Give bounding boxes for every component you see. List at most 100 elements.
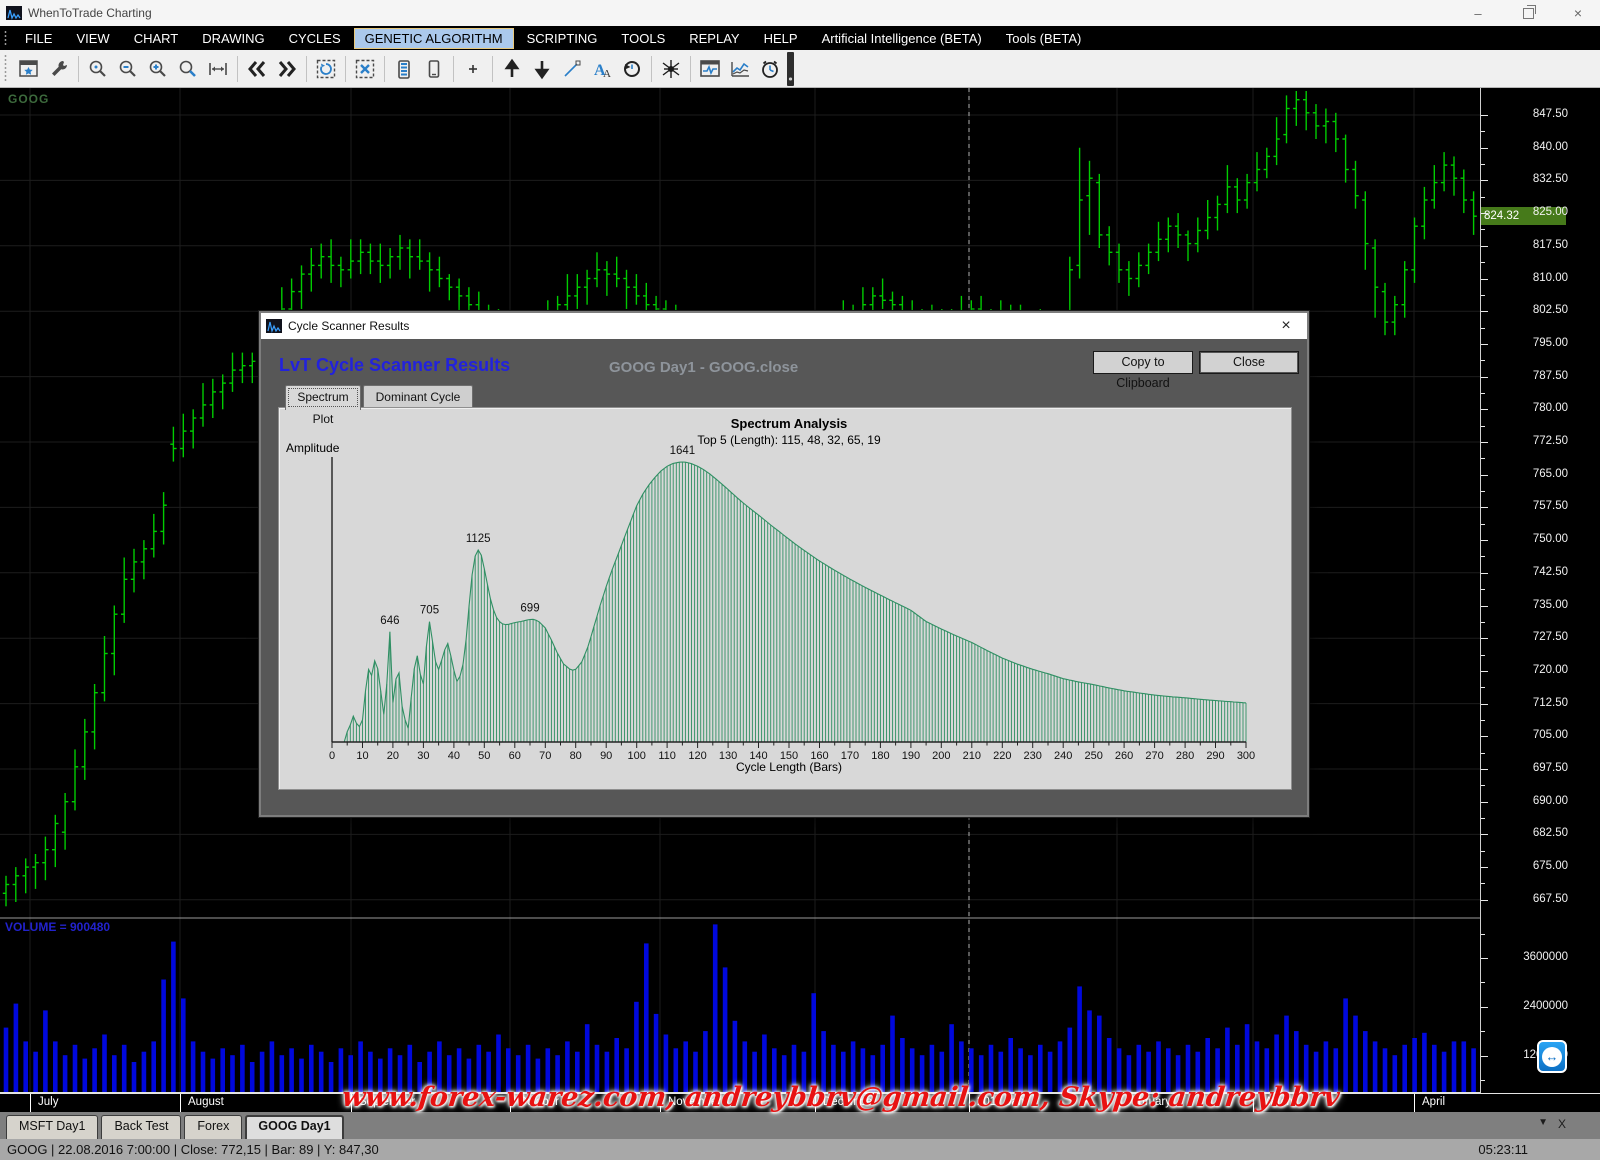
price-tick-label: 825.00 [1498, 206, 1568, 218]
price-tick-minor [1481, 458, 1485, 459]
price-tick-label: 795.00 [1498, 337, 1568, 349]
price-tick-label: 847.50 [1498, 108, 1568, 120]
svg-text:705: 705 [420, 605, 439, 617]
prev-chevrons-icon[interactable] [242, 55, 272, 83]
menu-item-tools[interactable]: TOOLS [610, 28, 676, 49]
price-tick-minor [1481, 131, 1485, 132]
remote-session-icon[interactable]: ↔ [1537, 1040, 1567, 1073]
toolbar: AA [0, 50, 1600, 88]
price-tick [1481, 344, 1488, 345]
spectrum-panel: 0102030405060708090100110120130140150160… [278, 407, 1292, 790]
price-tick-label: 802.50 [1498, 304, 1568, 316]
price-tick-label: 757.50 [1498, 500, 1568, 512]
dialog-close-button[interactable]: Close [1199, 351, 1299, 374]
svg-text:646: 646 [380, 615, 399, 627]
price-tick-label: 675.00 [1498, 860, 1568, 872]
menu-item-replay[interactable]: REPLAY [678, 28, 750, 49]
tab-spectrum-plot[interactable]: Spectrum Plot [285, 385, 361, 410]
close-button[interactable]: × [1564, 3, 1592, 23]
price-tick [1481, 606, 1488, 607]
zoom-pointer-icon[interactable] [83, 55, 113, 83]
menu-item-file[interactable]: FILE [14, 28, 63, 49]
price-tick-label: 720.00 [1498, 664, 1568, 676]
menu-item-chart[interactable]: CHART [123, 28, 190, 49]
spectrum-ylabel: Amplitude [286, 441, 339, 455]
price-tick [1481, 115, 1488, 116]
menu-item-cycles[interactable]: CYCLES [278, 28, 352, 49]
price-tick-label: 817.50 [1498, 239, 1568, 251]
price-tick-label: 712.50 [1498, 697, 1568, 709]
price-tick-minor [1481, 360, 1485, 361]
font-format-icon[interactable]: AA [587, 55, 617, 83]
tab-scroll-dropdown-icon[interactable]: ▼ [1538, 1117, 1548, 1131]
price-tick-label: 832.50 [1498, 173, 1568, 185]
price-tick-minor [1481, 655, 1485, 656]
price-tick-label: 780.00 [1498, 402, 1568, 414]
alarm-clock-icon[interactable] [755, 55, 785, 83]
price-tick-minor [1481, 687, 1485, 688]
window-title: WhenToTrade Charting [28, 6, 152, 20]
price-tick [1481, 311, 1488, 312]
spectrum-subtitle: Top 5 (Length): 115, 48, 32, 65, 19 [332, 433, 1246, 447]
menu-item-artificial-intelligence-beta-[interactable]: Artificial Intelligence (BETA) [811, 28, 993, 49]
menu-item-help[interactable]: HELP [753, 28, 809, 49]
wrench-icon[interactable] [44, 55, 74, 83]
toolbar-separator [237, 56, 238, 82]
chart-tab-strip: MSFT Day1Back TestForexGOOG Day1 [0, 1112, 1600, 1139]
chart-tab-back-test[interactable]: Back Test [101, 1115, 181, 1139]
menu-item-view[interactable]: VIEW [65, 28, 120, 49]
restore-button[interactable] [1514, 3, 1542, 23]
volume-tick [1481, 958, 1488, 959]
chart-tab-msft-day1[interactable]: MSFT Day1 [6, 1115, 98, 1139]
tab-strip-controls: ▼ X [1538, 1117, 1566, 1131]
toolbar-separator [651, 56, 652, 82]
plus-small-icon[interactable] [458, 55, 488, 83]
month-label: July [38, 1096, 58, 1108]
menu-item-drawing[interactable]: DRAWING [191, 28, 275, 49]
undo-history-icon[interactable] [617, 55, 647, 83]
chart-tab-goog-day1[interactable]: GOOG Day1 [245, 1115, 343, 1139]
close-icon: × [1574, 5, 1582, 21]
price-tick-minor [1481, 262, 1485, 263]
toolbar-separator [492, 56, 493, 82]
chart-tab-forex[interactable]: Forex [184, 1115, 242, 1139]
month-label: August [188, 1096, 224, 1108]
next-chevrons-icon[interactable] [272, 55, 302, 83]
selection-clear-icon[interactable] [350, 55, 380, 83]
month-label: April [1422, 1096, 1445, 1108]
battery-bars-icon[interactable] [389, 55, 419, 83]
spider-web-icon[interactable] [656, 55, 686, 83]
zoom-in-icon[interactable] [143, 55, 173, 83]
copy-to-clipboard-button[interactable]: Copy to Clipboard [1093, 351, 1193, 374]
dialog-close-icon[interactable]: × [1275, 315, 1297, 337]
dialog-titlebar[interactable]: Cycle Scanner Results × [261, 313, 1307, 339]
bar-width-icon[interactable] [203, 55, 233, 83]
toolbar-overflow-handle[interactable] [787, 52, 794, 86]
menu-item-tools-beta-[interactable]: Tools (BETA) [995, 28, 1093, 49]
mobile-device-icon[interactable] [419, 55, 449, 83]
toolbar-grip[interactable] [4, 54, 7, 83]
status-text: GOOG | 22.08.2016 7:00:00 | Close: 772,1… [7, 1142, 379, 1157]
price-tick-minor [1481, 883, 1485, 884]
arrow-up-icon[interactable] [497, 55, 527, 83]
minimize-button[interactable]: – [1464, 3, 1492, 23]
menu-item-scripting[interactable]: SCRIPTING [516, 28, 609, 49]
arrow-down-icon[interactable] [527, 55, 557, 83]
zoom-search-icon[interactable] [173, 55, 203, 83]
price-tick-label: 690.00 [1498, 795, 1568, 807]
price-tick [1481, 769, 1488, 770]
price-tick-minor [1481, 426, 1485, 427]
line-chart-icon[interactable] [725, 55, 755, 83]
price-tick-minor [1481, 589, 1485, 590]
tab-close-icon[interactable]: X [1558, 1117, 1566, 1131]
price-axis[interactable]: 824.32 847.50840.00832.50825.00817.50810… [1480, 88, 1600, 1093]
menu-item-genetic-algorithm[interactable]: GENETIC ALGORITHM [354, 28, 514, 49]
chart-window-star-icon[interactable] [14, 55, 44, 83]
indicator-window-icon[interactable] [695, 55, 725, 83]
trendline-pencil-icon[interactable] [557, 55, 587, 83]
zoom-out-icon[interactable] [113, 55, 143, 83]
symbol-label: GOOG [8, 92, 49, 106]
selection-refresh-icon[interactable] [311, 55, 341, 83]
tab-dominant-cycle-data[interactable]: Dominant Cycle Data [363, 385, 473, 408]
menu-grip[interactable] [4, 30, 7, 46]
